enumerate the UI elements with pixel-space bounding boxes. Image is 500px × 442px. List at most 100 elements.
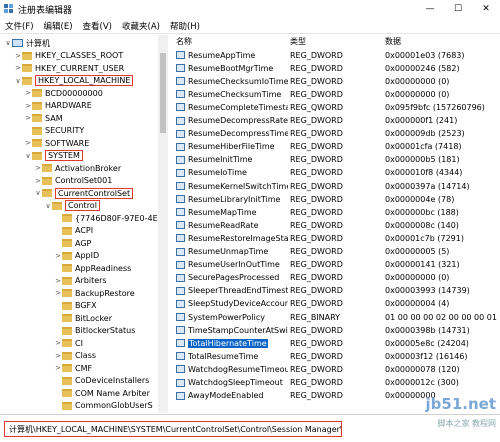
chevron-down-icon[interactable]: ∨ xyxy=(34,189,42,197)
tree-node[interactable]: > AppID xyxy=(54,250,99,262)
value-row[interactable]: ResumeInitTime REG_DWORD 0x000000b5 (181) xyxy=(170,154,500,166)
value-row[interactable]: SystemPowerPolicy REG_BINARY 01 00 00 00 0… xyxy=(170,311,500,323)
tree-node-label: SOFTWARE xyxy=(45,138,90,148)
value-row[interactable]: WatchdogSleepTimeout REG_DWORD 0x0000012c … xyxy=(170,377,500,389)
tree-scrollbar-thumb[interactable] xyxy=(160,53,166,133)
tree-node[interactable]: COM Name Arbiter xyxy=(54,387,150,399)
tree-node[interactable]: {7746D80F-97E0-4E xyxy=(54,212,158,224)
tree-node[interactable]: ∨ HKEY_LOCAL_MACHINE xyxy=(14,75,134,87)
tree-node[interactable]: ∨ SYSTEM xyxy=(24,150,83,162)
tree-node[interactable]: ACPI xyxy=(54,225,93,237)
column-header-data[interactable]: 数据 xyxy=(385,35,401,47)
tree-scrollbar[interactable] xyxy=(158,35,168,413)
value-row[interactable]: ResumeUserInOutTime REG_DWORD 0x00000141 (… xyxy=(170,259,500,271)
tree-node-label: HKEY_LOCAL_MACHINE xyxy=(35,75,134,86)
tree-node[interactable]: > Class xyxy=(54,350,96,362)
menu-favorites[interactable]: 收藏夹(A) xyxy=(117,20,165,32)
tree-node[interactable]: > HARDWARE xyxy=(24,100,92,112)
chevron-right-icon[interactable]: > xyxy=(54,339,62,347)
chevron-right-icon[interactable]: > xyxy=(54,277,62,285)
value-row[interactable]: ResumeReadRate REG_DWORD 0x0000008c (140) xyxy=(170,219,500,231)
chevron-right-icon[interactable]: > xyxy=(54,352,62,360)
tree-node[interactable]: > SOFTWARE xyxy=(24,137,89,149)
value-row[interactable]: ResumeLibraryInitTime REG_DWORD 0x0000004e… xyxy=(170,193,500,205)
value-row[interactable]: ResumeKernelSwitchTime... REG_DWORD 0x0000… xyxy=(170,180,500,192)
column-header-name[interactable]: 名称 xyxy=(176,35,192,47)
chevron-down-icon[interactable]: ∨ xyxy=(24,152,32,160)
registry-value-icon xyxy=(176,260,185,269)
chevron-down-icon[interactable]: ∨ xyxy=(14,77,22,85)
value-type: REG_DWORD xyxy=(290,168,343,178)
tree-node[interactable]: > HKEY_CURRENT_USER xyxy=(14,62,124,74)
tree-node[interactable]: > ActivationBroker xyxy=(34,162,121,174)
value-row[interactable]: SecurePagesProcessed REG_DWORD 0x00000000 … xyxy=(170,272,500,284)
value-row[interactable]: WatchdogResumeTimeout REG_DWORD 0x00000078… xyxy=(170,363,500,375)
close-button[interactable]: ✕ xyxy=(472,0,500,18)
minimize-button[interactable]: — xyxy=(416,0,444,18)
tree-node[interactable]: > BackupRestore xyxy=(54,287,135,299)
tree-node[interactable]: BGFX xyxy=(54,300,97,312)
tree-node[interactable]: AppReadiness xyxy=(54,262,131,274)
tree-node[interactable]: > ControlSet001 xyxy=(34,175,112,187)
tree-node[interactable]: ∨ CurrentControlSet xyxy=(34,187,134,199)
chevron-right-icon[interactable]: > xyxy=(24,139,32,147)
tree-node[interactable]: > SAM xyxy=(24,112,63,124)
chevron-down-icon[interactable]: ∨ xyxy=(4,39,12,47)
menu-view[interactable]: 查看(V) xyxy=(78,20,117,32)
value-row[interactable]: TimeStampCounterAtSwit... REG_DWORD 0x0000… xyxy=(170,324,500,336)
chevron-right-icon[interactable]: > xyxy=(24,114,32,122)
value-row[interactable]: ResumeMapTime REG_DWORD 0x000000bc (188) xyxy=(170,206,500,218)
value-name: TimeStampCounterAtSwit... xyxy=(188,325,288,335)
value-row[interactable]: SleepStudyDeviceAccoun... REG_DWORD 0x0000… xyxy=(170,298,500,310)
value-name-cell: ResumeReadRate xyxy=(176,219,288,231)
value-row[interactable]: ResumeHiberFileTime REG_DWORD 0x00001cfa (… xyxy=(170,141,500,153)
value-name-cell: ResumeUserInOutTime xyxy=(176,259,288,271)
tree-node[interactable]: CoDeviceInstallers xyxy=(54,375,149,387)
value-row[interactable]: ResumeChecksumIoTime REG_DWORD 0x00000000 … xyxy=(170,75,500,87)
chevron-right-icon[interactable]: > xyxy=(24,102,32,110)
value-row[interactable]: TotalHibernateTime REG_DWORD 0x00005e8c (2… xyxy=(170,337,500,349)
folder-icon xyxy=(62,264,72,272)
column-header-type[interactable]: 类型 xyxy=(290,35,306,47)
tree-node[interactable]: > CI xyxy=(54,337,83,349)
tree-node[interactable]: ∨ 计算机 xyxy=(4,37,50,49)
tree-node[interactable]: ∨ Control xyxy=(44,200,100,212)
menu-edit[interactable]: 编辑(E) xyxy=(39,20,78,32)
watermark-site: jb51.net xyxy=(425,395,496,413)
value-row[interactable]: ResumeAppTime REG_DWORD 0x00001e03 (7683) xyxy=(170,49,500,61)
maximize-button[interactable]: ☐ xyxy=(444,0,472,18)
tree-node[interactable]: AGP xyxy=(54,237,91,249)
chevron-right-icon[interactable]: > xyxy=(34,164,42,172)
value-row[interactable]: ResumeUnmapTime REG_DWORD 0x00000005 (5) xyxy=(170,246,500,258)
menu-help[interactable]: 帮助(H) xyxy=(165,20,205,32)
tree-node[interactable]: BitLocker xyxy=(54,312,112,324)
value-row[interactable]: SleeperThreadEndTimest... REG_DWORD 0x0000… xyxy=(170,285,500,297)
chevron-right-icon[interactable]: > xyxy=(54,252,62,260)
chevron-right-icon[interactable]: > xyxy=(54,289,62,297)
value-name: ResumeHiberFileTime xyxy=(188,142,275,152)
chevron-right-icon[interactable]: > xyxy=(14,64,22,72)
value-row[interactable]: ResumeChecksumTime REG_DWORD 0x00000000 (0… xyxy=(170,88,500,100)
value-row[interactable]: ResumeRestoreImageSta... REG_DWORD 0x00001… xyxy=(170,232,500,244)
chevron-right-icon[interactable]: > xyxy=(24,89,32,97)
chevron-right-icon[interactable]: > xyxy=(14,52,22,60)
value-row[interactable]: ResumeIoTime REG_DWORD 0x000010f8 (4344) xyxy=(170,167,500,179)
chevron-right-icon[interactable]: > xyxy=(54,364,62,372)
value-row[interactable]: ResumeCompleteTimesta... REG_QWORD 0x095f9… xyxy=(170,101,500,113)
value-row[interactable]: ResumeBootMgrTime REG_DWORD 0x00000246 (58… xyxy=(170,62,500,74)
value-type: REG_DWORD xyxy=(290,286,343,296)
value-row[interactable]: ResumeDecompressTime REG_DWORD 0x000009db … xyxy=(170,128,500,140)
chevron-right-icon[interactable]: > xyxy=(34,177,42,185)
value-row[interactable]: TotalResumeTime REG_DWORD 0x00003f12 (1614… xyxy=(170,350,500,362)
tree-node[interactable]: > HKEY_CLASSES_ROOT xyxy=(14,50,123,62)
tree-node[interactable]: CommonGlobUserS xyxy=(54,400,153,412)
chevron-down-icon[interactable]: ∨ xyxy=(44,202,52,210)
value-type: REG_DWORD xyxy=(290,325,343,335)
menu-file[interactable]: 文件(F) xyxy=(0,20,39,32)
tree-node[interactable]: BitlockerStatus xyxy=(54,325,135,337)
tree-node[interactable]: > Arbiters xyxy=(54,275,107,287)
tree-node[interactable]: > BCD00000000 xyxy=(24,87,103,99)
tree-node[interactable]: SECURITY xyxy=(24,125,84,137)
tree-node[interactable]: > CMF xyxy=(54,362,92,374)
value-row[interactable]: ResumeDecompressRate REG_DWORD 0x000000f1 … xyxy=(170,115,500,127)
